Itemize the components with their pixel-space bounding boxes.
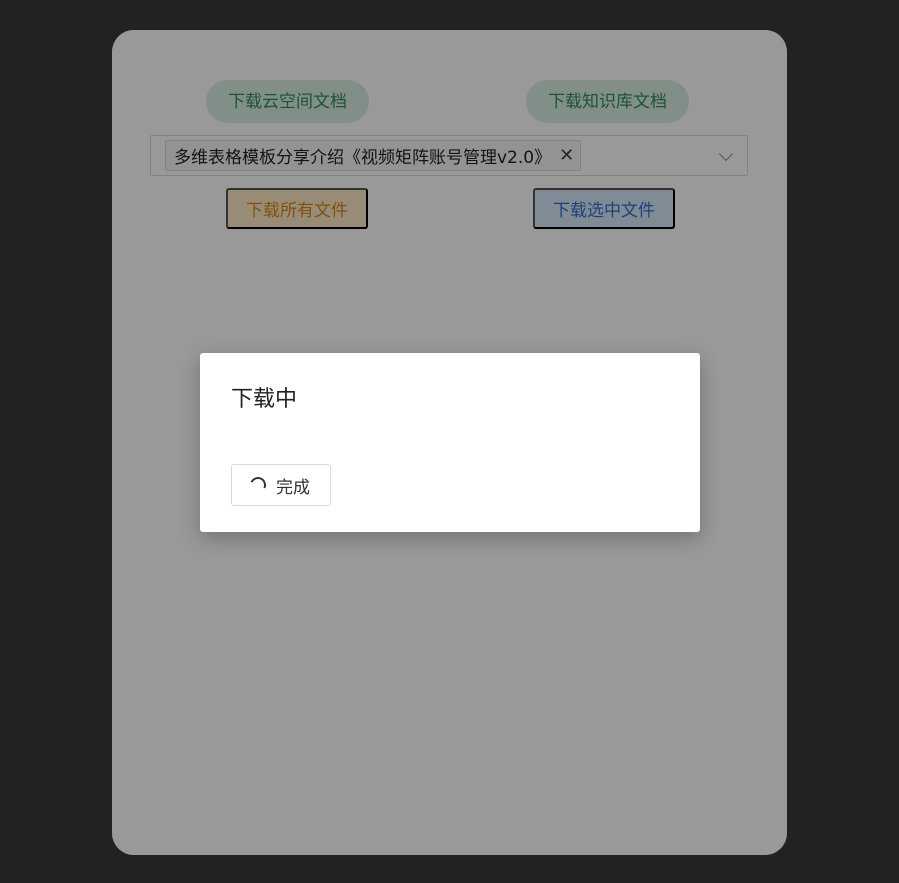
dialog-title: 下载中 [231,387,298,412]
loading-spinner-icon [247,474,269,496]
page: 下载云空间文档 下载知识库文档 多维表格模板分享介绍《视频矩阵账号管理v2.0》… [0,0,899,883]
download-dialog: 下载中 完成 [200,353,700,532]
done-button-label: 完成 [276,477,310,497]
done-button[interactable]: 完成 [231,464,331,506]
